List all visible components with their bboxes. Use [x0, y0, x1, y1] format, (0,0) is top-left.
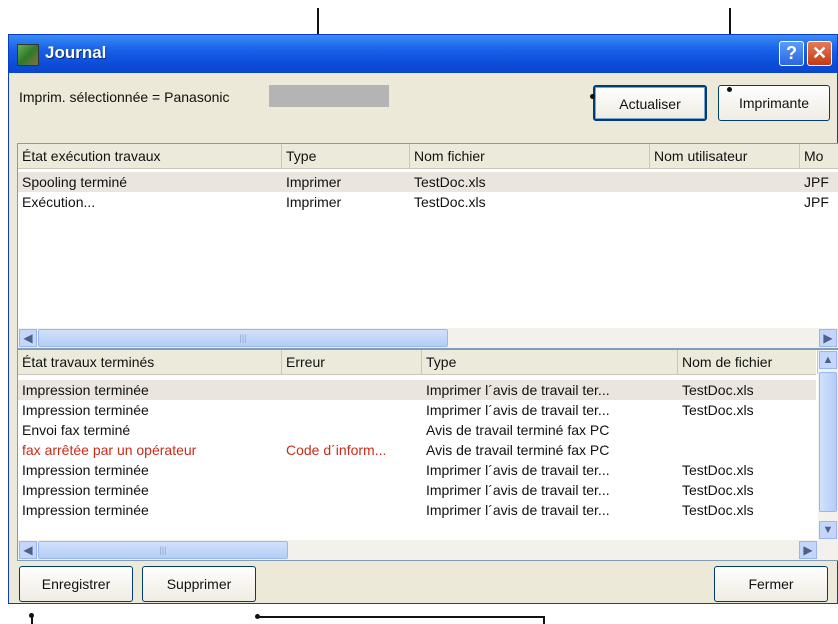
column-header[interactable]: Erreur: [282, 350, 422, 374]
selected-printer-label: Imprim. sélectionnée = Panasonic: [19, 89, 230, 105]
journal-window: Journal ? ✕ Imprim. sélectionnée = Panas…: [8, 34, 838, 604]
refresh-button[interactable]: Actualiser: [593, 85, 707, 121]
scroll-thumb[interactable]: |||: [38, 541, 288, 559]
callout-dot-save: [29, 613, 34, 618]
file-name-cell: TestDoc.xls: [682, 402, 754, 418]
job-type-cell: Imprimer l´avis de travail ter...: [426, 462, 610, 478]
horizontal-scrollbar[interactable]: ◀ ||| ▶: [18, 328, 838, 348]
job-type-cell: Avis de travail terminé fax PC: [426, 442, 610, 458]
save-button[interactable]: Enregistrer: [19, 566, 133, 602]
job-status-cell: Impression terminée: [22, 402, 149, 418]
job-status-cell: Exécution...: [22, 194, 96, 210]
callout-dot-printer: [727, 87, 732, 92]
file-name-cell: TestDoc.xls: [682, 502, 754, 518]
window-title: Journal: [45, 43, 107, 62]
scroll-left-icon[interactable]: ◀: [19, 541, 37, 559]
running-jobs-list[interactable]: État exécution travaux Type Nom fichier …: [17, 143, 838, 349]
job-type-cell: Imprimer l´avis de travail ter...: [426, 502, 610, 518]
column-header[interactable]: Type: [422, 350, 678, 374]
scroll-down-icon[interactable]: ▼: [819, 521, 837, 539]
job-type-cell: Avis de travail terminé fax PC: [426, 422, 610, 438]
callout-dot-delete: [255, 614, 260, 619]
mode-cell: JPF: [804, 174, 829, 190]
table-row[interactable]: Impression terminée Imprimer l´avis de t…: [18, 400, 816, 420]
file-name-cell: TestDoc.xls: [682, 382, 754, 398]
job-type-cell: Imprimer l´avis de travail ter...: [426, 482, 610, 498]
job-status-cell: Impression terminée: [22, 462, 149, 478]
error-cell: Code d´inform...: [286, 442, 387, 458]
app-icon: [17, 44, 39, 66]
help-icon[interactable]: ?: [779, 41, 804, 66]
printer-button[interactable]: Imprimante: [718, 85, 830, 121]
job-type-cell: Imprimer: [286, 174, 342, 190]
scroll-thumb[interactable]: [819, 372, 837, 512]
scroll-right-icon[interactable]: ▶: [819, 329, 837, 347]
file-name-cell: TestDoc.xls: [682, 482, 754, 498]
printer-name-redacted: [269, 85, 389, 107]
completed-jobs-list[interactable]: État travaux terminés Erreur Type Nom de…: [17, 349, 838, 561]
column-header[interactable]: Type: [282, 144, 410, 168]
job-type-cell: Imprimer: [286, 194, 342, 210]
job-status-cell: Impression terminée: [22, 502, 149, 518]
file-name-cell: TestDoc.xls: [682, 462, 754, 478]
column-header[interactable]: Nom de fichier: [678, 350, 818, 374]
file-name-cell: TestDoc.xls: [414, 194, 486, 210]
file-name-cell: TestDoc.xls: [414, 174, 486, 190]
close-icon[interactable]: ✕: [807, 41, 832, 66]
table-row[interactable]: Exécution... Imprimer TestDoc.xls JPF: [18, 192, 838, 212]
scroll-thumb[interactable]: |||: [38, 329, 448, 347]
job-status-cell: Envoi fax terminé: [22, 422, 131, 438]
title-bar[interactable]: Journal ? ✕: [9, 35, 837, 73]
scroll-right-icon[interactable]: ▶: [799, 541, 817, 559]
column-header[interactable]: Mo: [800, 144, 838, 168]
horizontal-scrollbar[interactable]: ◀ ||| ▶: [18, 540, 838, 560]
column-header[interactable]: État travaux terminés: [18, 350, 282, 374]
delete-button[interactable]: Supprimer: [142, 566, 256, 602]
vertical-scrollbar[interactable]: ▲ ▼: [818, 350, 838, 540]
job-type-cell: Imprimer l´avis de travail ter...: [426, 382, 610, 398]
running-jobs-header: État exécution travaux Type Nom fichier …: [18, 144, 838, 169]
close-button[interactable]: Fermer: [714, 566, 828, 602]
scroll-up-icon[interactable]: ▲: [819, 351, 837, 369]
table-row[interactable]: Impression terminée Imprimer l´avis de t…: [18, 460, 816, 480]
table-row[interactable]: Spooling terminé Imprimer TestDoc.xls JP…: [18, 172, 838, 192]
table-row[interactable]: Envoi fax terminé Avis de travail termin…: [18, 420, 816, 440]
job-type-cell: Imprimer l´avis de travail ter...: [426, 402, 610, 418]
job-status-cell: fax arrêtée par un opérateur: [22, 442, 197, 458]
scroll-left-icon[interactable]: ◀: [19, 329, 37, 347]
mode-cell: JPF: [804, 194, 829, 210]
table-row[interactable]: Impression terminée Imprimer l´avis de t…: [18, 480, 816, 500]
table-row[interactable]: Impression terminée Imprimer l´avis de t…: [18, 380, 816, 400]
callout-dot-refresh: [590, 94, 595, 99]
column-header[interactable]: Nom utilisateur: [650, 144, 800, 168]
column-header[interactable]: État exécution travaux: [18, 144, 282, 168]
job-status-cell: Impression terminée: [22, 482, 149, 498]
table-row-error[interactable]: fax arrêtée par un opérateur Code d´info…: [18, 440, 816, 460]
job-status-cell: Impression terminée: [22, 382, 149, 398]
callout-line-delete-h: [258, 616, 545, 618]
job-status-cell: Spooling terminé: [22, 174, 128, 190]
table-row[interactable]: Impression terminée Imprimer l´avis de t…: [18, 500, 816, 520]
completed-jobs-header: État travaux terminés Erreur Type Nom de…: [18, 350, 818, 375]
column-header[interactable]: Nom fichier: [410, 144, 650, 168]
